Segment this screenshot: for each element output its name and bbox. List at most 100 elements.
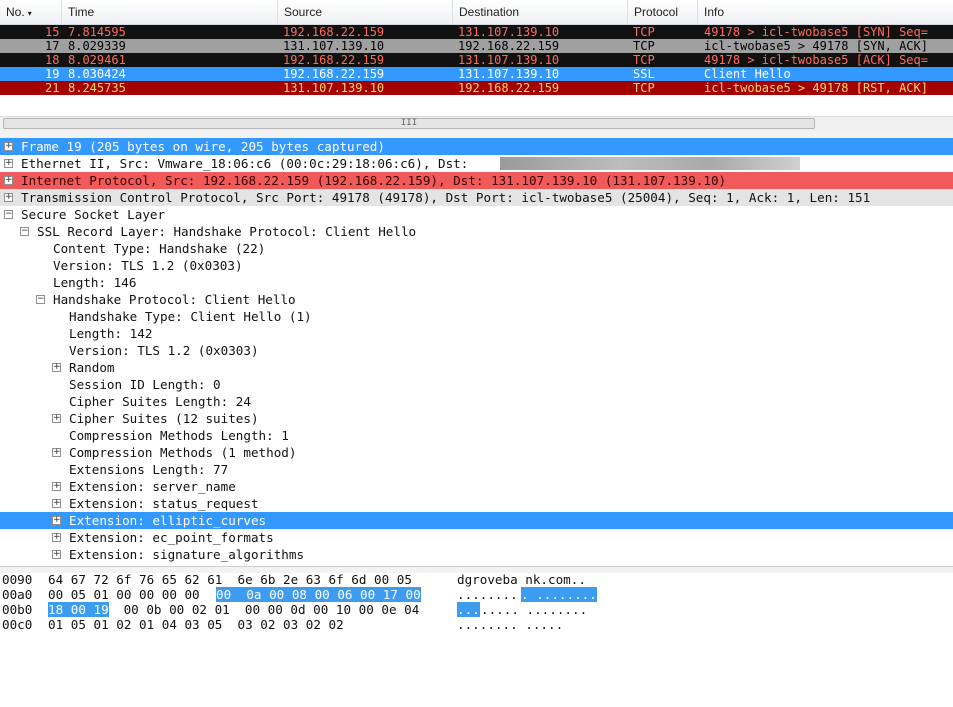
tree-item-label: Compression Methods Length: 1 [69, 428, 289, 443]
tree-item[interactable]: + Extension: ec_point_formats [0, 529, 953, 546]
column-header-protocol[interactable]: Protocol [628, 0, 698, 24]
tree-item[interactable]: − Secure Socket Layer [0, 206, 953, 223]
expand-icon[interactable]: + [52, 448, 61, 457]
tree-item-label: Handshake Type: Client Hello (1) [69, 309, 312, 324]
tree-item[interactable]: + Transmission Control Protocol, Src Port… [0, 189, 953, 206]
cell-protocol: TCP [633, 53, 655, 67]
tree-item[interactable]: + Internet Protocol, Src: 192.168.22.159 … [0, 172, 953, 189]
expand-icon[interactable]: + [4, 193, 13, 202]
cell-source: 192.168.22.159 [283, 67, 385, 81]
hex-ascii-highlighted[interactable]: ... [457, 602, 480, 617]
hex-bytes-highlighted[interactable]: 18 00 19 [48, 602, 109, 617]
packet-list-pane: No. ▾ Time Source Destination Protocol In… [0, 0, 953, 116]
cell-info: 49178 > icl-twobase5 [SYN] Seq= [704, 25, 928, 39]
tree-item-label: SSL Record Layer: Handshake Protocol: Cl… [37, 224, 417, 239]
tree-item[interactable]: Length: 142 [0, 325, 953, 342]
tree-item-label: Cipher Suites Length: 24 [69, 394, 251, 409]
cell-time: 8.029461 [68, 53, 126, 67]
tree-item-label: Internet Protocol, Src: 192.168.22.159 (… [21, 173, 727, 188]
cell-time: 8.030424 [68, 67, 126, 81]
scrollbar-thumb[interactable]: III [3, 118, 815, 129]
hex-offset: 00b0 [2, 602, 33, 617]
packet-row[interactable]: 19 8.030424 192.168.22.159 131.107.139.10 SS… [0, 67, 953, 81]
tree-item[interactable]: − Handshake Protocol: Client Hello [0, 291, 953, 308]
tree-item[interactable]: + Frame 19 (205 bytes on wire, 205 bytes … [0, 138, 953, 155]
expand-icon[interactable]: + [52, 414, 61, 423]
cell-no: 18 [45, 53, 60, 67]
cell-protocol: TCP [633, 81, 655, 95]
expand-icon[interactable]: + [52, 499, 61, 508]
tree-item[interactable]: + Cipher Suites (12 suites) [0, 410, 953, 427]
cell-no: 19 [45, 67, 60, 81]
expand-icon[interactable]: + [52, 550, 61, 559]
tree-item[interactable]: Version: TLS 1.2 (0x0303) [0, 342, 953, 359]
tree-item[interactable]: + Ethernet II, Src: Vmware_18:06:c6 (00:0… [0, 155, 953, 172]
tree-item[interactable]: Extensions Length: 77 [0, 461, 953, 478]
hex-bytes: 00 0b 00 02 01 00 00 0d 00 10 00 0e 04 [116, 602, 420, 617]
tree-item[interactable]: + Compression Methods (1 method) [0, 444, 953, 461]
expand-icon[interactable]: + [52, 516, 61, 525]
sort-arrow-icon: ▾ [27, 9, 32, 18]
tree-item-label: Secure Socket Layer [21, 207, 166, 222]
cell-no: 21 [45, 81, 60, 95]
column-header-source[interactable]: Source [278, 0, 453, 24]
hex-offset: 00a0 [2, 587, 33, 602]
cell-info: icl-twobase5 > 49178 [SYN, ACK] [704, 39, 928, 53]
hex-bytes-highlighted[interactable]: 00 0a 00 08 00 06 00 17 00 [216, 587, 421, 602]
column-header-time[interactable]: Time [62, 0, 278, 24]
cell-time: 7.814595 [68, 25, 126, 39]
tree-item[interactable]: + Extension: server_name [0, 478, 953, 495]
tree-item-label: Random [69, 360, 115, 375]
tree-item[interactable]: + Extension: elliptic_curves [0, 512, 953, 529]
tree-item[interactable]: − SSL Record Layer: Handshake Protocol: C… [0, 223, 953, 240]
tree-item-label: Frame 19 (205 bytes on wire, 205 bytes c… [21, 139, 385, 154]
hex-offset: 00c0 [2, 617, 33, 632]
tree-item[interactable]: Content Type: Handshake (22) [0, 240, 953, 257]
cell-time: 8.029339 [68, 39, 126, 53]
expand-icon[interactable]: + [4, 176, 13, 185]
cell-protocol: TCP [633, 25, 655, 39]
tree-item[interactable]: + Extension: signature_algorithms [0, 546, 953, 563]
collapse-icon[interactable]: − [36, 295, 45, 304]
tree-item[interactable]: Cipher Suites Length: 24 [0, 393, 953, 410]
hex-ascii: dgroveba nk.com.. [457, 572, 586, 587]
horizontal-scrollbar[interactable]: III [0, 116, 953, 131]
collapse-icon[interactable]: − [20, 227, 29, 236]
cell-destination: 131.107.139.10 [458, 53, 560, 67]
cell-destination: 131.107.139.10 [458, 25, 560, 39]
cell-info: icl-twobase5 > 49178 [RST, ACK] [704, 81, 928, 95]
tree-item[interactable]: Handshake Type: Client Hello (1) [0, 308, 953, 325]
tree-item[interactable]: Session ID Length: 0 [0, 376, 953, 393]
cell-info: 49178 > icl-twobase5 [ACK] Seq= [704, 53, 928, 67]
expand-icon[interactable]: + [4, 159, 13, 168]
tree-item-label: Extension: status_request [69, 496, 259, 511]
column-header-info[interactable]: Info [698, 0, 953, 24]
cell-destination: 192.168.22.159 [458, 39, 560, 53]
tree-item[interactable]: + Extension: status_request [0, 495, 953, 512]
tree-item-label: Cipher Suites (12 suites) [69, 411, 259, 426]
column-header-no[interactable]: No. ▾ [0, 0, 62, 24]
tree-item-label: Session ID Length: 0 [69, 377, 221, 392]
column-label-info: Info [704, 5, 725, 19]
packet-row[interactable]: 21 8.245735 131.107.139.10 192.168.22.159 TC… [0, 81, 953, 95]
expand-icon[interactable]: + [52, 533, 61, 542]
hex-ascii-highlighted[interactable]: . ........ [521, 587, 597, 602]
expand-icon[interactable]: + [52, 363, 61, 372]
packet-row[interactable]: 15 7.814595 192.168.22.159 131.107.139.10 TC… [0, 25, 953, 39]
column-header-destination[interactable]: Destination [453, 0, 628, 24]
column-label-protocol: Protocol [634, 5, 679, 19]
tree-item[interactable]: + Random [0, 359, 953, 376]
tree-item[interactable]: Compression Methods Length: 1 [0, 427, 953, 444]
tree-item-label: Extension: signature_algorithms [69, 547, 305, 562]
hex-row: 0090 64 67 72 6f 76 65 62 61 6e 6b 2e 63… [0, 572, 953, 587]
hex-row: 00b0 18 00 19 00 0b 00 02 01 00 00 0d 00… [0, 602, 953, 617]
packet-row[interactable]: 18 8.029461 192.168.22.159 131.107.139.10 TC… [0, 53, 953, 67]
tree-item[interactable]: Version: TLS 1.2 (0x0303) [0, 257, 953, 274]
tree-item[interactable]: Length: 146 [0, 274, 953, 291]
expand-icon[interactable]: + [4, 142, 13, 151]
column-label-destination: Destination [459, 5, 520, 19]
collapse-icon[interactable]: − [4, 210, 13, 219]
expand-icon[interactable]: + [52, 482, 61, 491]
packet-row[interactable]: 17 8.029339 131.107.139.10 192.168.22.159 TC… [0, 39, 953, 53]
scrollbar-grip-icon: III [400, 118, 418, 128]
